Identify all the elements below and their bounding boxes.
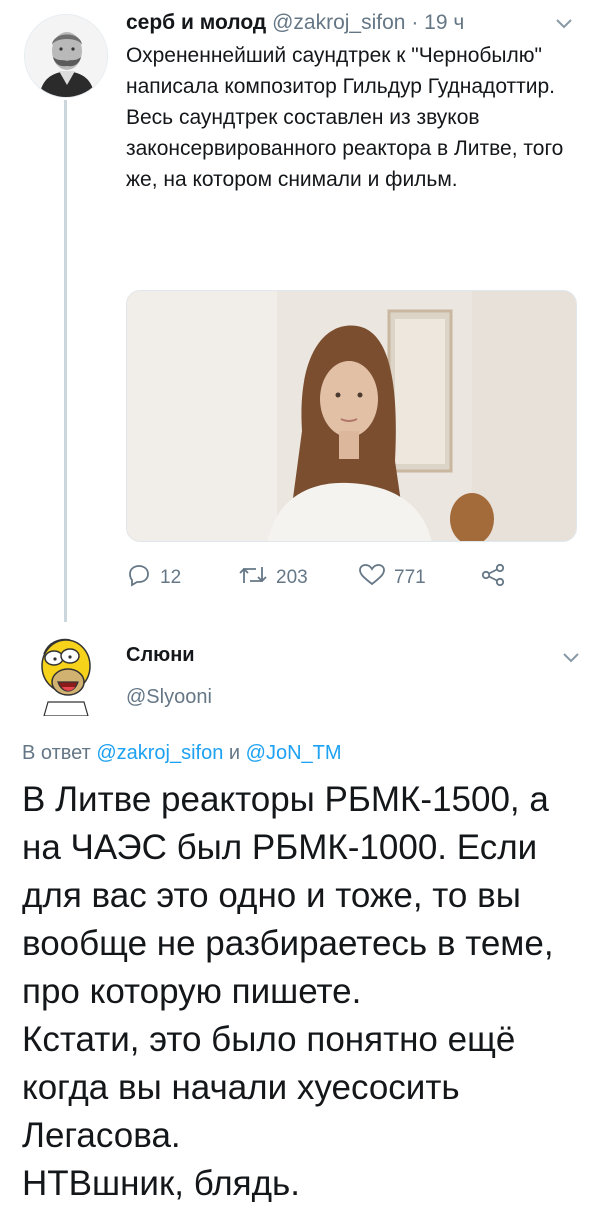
- portrait-image: [25, 15, 107, 97]
- author-avatar[interactable]: [30, 628, 100, 717]
- retweet-button[interactable]: 203: [238, 560, 308, 596]
- reply-and: и: [228, 742, 241, 764]
- retweet-count: 203: [276, 567, 308, 588]
- author-name[interactable]: серб и молод: [126, 11, 266, 34]
- homer-avatar-image: [30, 628, 100, 717]
- tweet-actions: 12 203 771: [126, 560, 556, 596]
- reply-button[interactable]: 12: [126, 560, 181, 596]
- retweet-icon: [238, 563, 276, 593]
- author-handle[interactable]: @Slyooni: [126, 686, 212, 709]
- author-avatar[interactable]: [24, 14, 108, 98]
- reply-count: 12: [160, 567, 182, 588]
- share-button[interactable]: [480, 560, 514, 596]
- tweet-media-photo[interactable]: [126, 290, 577, 542]
- tweet-time[interactable]: 19 ч: [424, 11, 464, 34]
- like-button[interactable]: 771: [358, 560, 426, 596]
- chevron-down-icon[interactable]: [555, 14, 573, 35]
- share-icon: [480, 563, 514, 593]
- reply-mention-2[interactable]: @JoN_TM: [246, 742, 342, 764]
- like-count: 771: [394, 567, 426, 588]
- reply-context: В ответ @zakroj_sifon и @JoN_TM: [22, 742, 342, 765]
- reply-mention-1[interactable]: @zakroj_sifon: [96, 742, 223, 764]
- tweet-text: Охрененнейший саундтрек к "Чернобылю" на…: [126, 44, 564, 191]
- tweet-header: серб и молод @zakroj_sifon · 19 ч: [126, 8, 546, 42]
- separator-dot: ·: [411, 11, 419, 34]
- heart-icon: [358, 563, 394, 593]
- thread-line: [64, 100, 67, 622]
- tweet-text: В Литве реакторы РБМК-1500, а на ЧАЭС бы…: [22, 780, 554, 1203]
- reply-icon: [126, 563, 160, 593]
- author-handle[interactable]: @zakroj_sifon: [272, 11, 405, 34]
- reply-prefix: В ответ: [22, 742, 91, 764]
- chevron-down-icon[interactable]: [562, 648, 580, 669]
- author-name[interactable]: Слюни: [126, 644, 195, 667]
